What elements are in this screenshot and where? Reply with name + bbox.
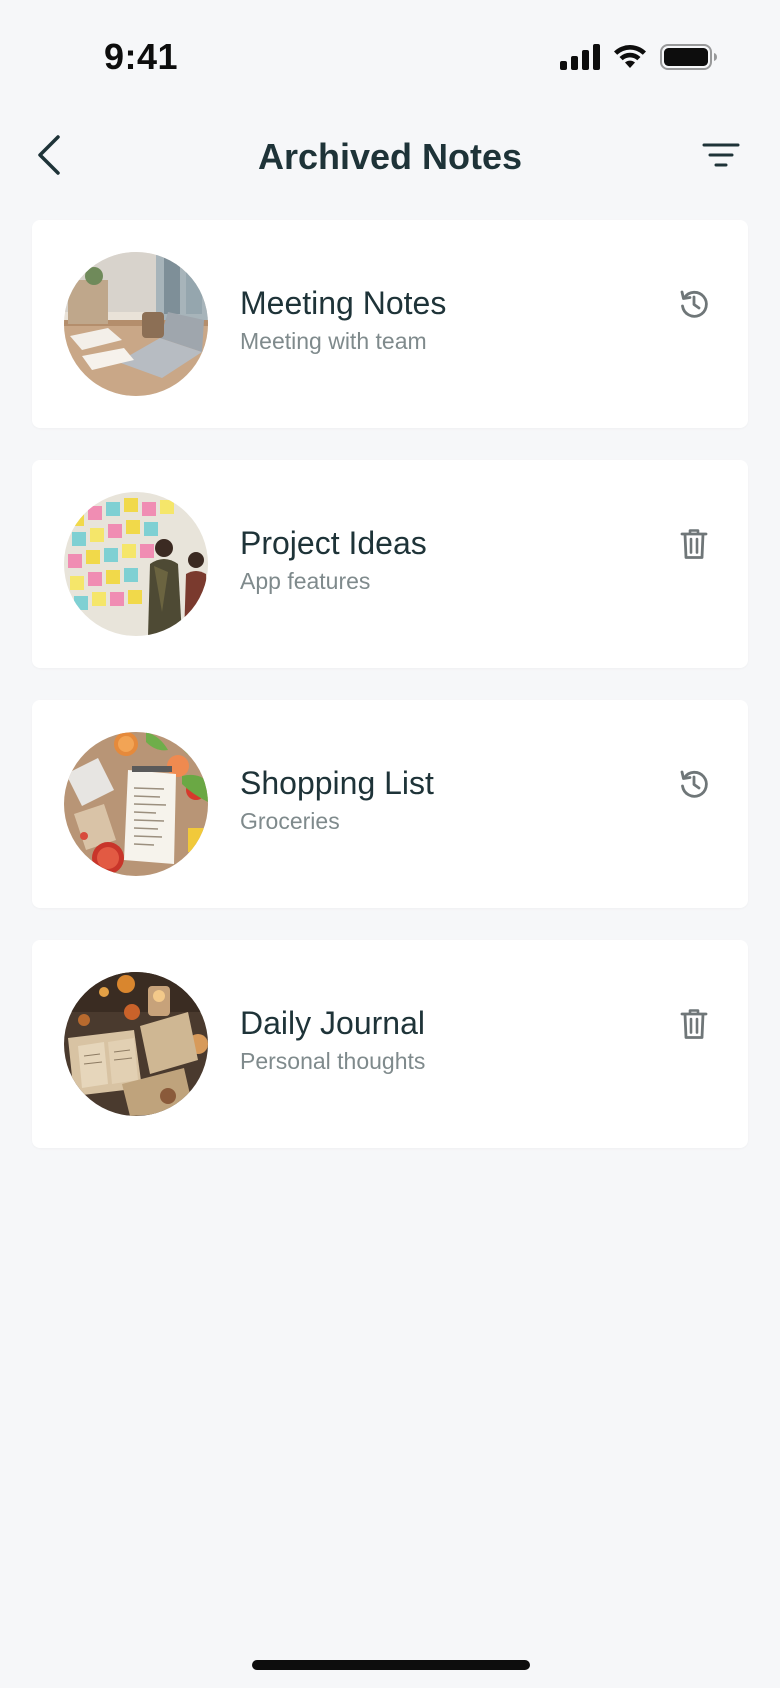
note-text: Daily Journal Personal thoughts bbox=[240, 1004, 425, 1075]
note-title: Project Ideas bbox=[240, 525, 427, 561]
restore-icon bbox=[678, 768, 710, 805]
page-title: Archived Notes bbox=[257, 136, 523, 177]
note-title: Meeting Notes bbox=[240, 285, 447, 321]
trash-icon bbox=[679, 1008, 709, 1045]
note-card-meeting-notes[interactable]: Meeting Notes Meeting with team bbox=[32, 220, 748, 428]
filter-button[interactable] bbox=[696, 132, 746, 182]
note-title: Shopping List bbox=[240, 765, 434, 801]
note-thumbnail bbox=[64, 732, 208, 876]
status-icons bbox=[560, 44, 718, 75]
note-thumbnail bbox=[64, 972, 208, 1116]
note-text: Meeting Notes Meeting with team bbox=[240, 284, 446, 355]
delete-button[interactable] bbox=[672, 1004, 716, 1048]
status-bar: 9:41 bbox=[0, 0, 780, 110]
note-thumbnail bbox=[64, 252, 208, 396]
restore-button[interactable] bbox=[672, 284, 716, 328]
header: Archived Notes bbox=[0, 120, 780, 194]
restore-button[interactable] bbox=[672, 764, 716, 808]
note-thumbnail bbox=[64, 492, 208, 636]
note-subtitle: Personal thoughts bbox=[240, 1048, 426, 1074]
status-time: 9:41 bbox=[104, 36, 179, 77]
note-text: Project Ideas App features bbox=[240, 524, 427, 595]
delete-button[interactable] bbox=[672, 524, 716, 568]
filter-icon bbox=[702, 141, 740, 174]
note-subtitle: App features bbox=[240, 568, 371, 594]
wifi-icon bbox=[612, 44, 648, 75]
battery-icon bbox=[660, 44, 718, 75]
note-card-project-ideas[interactable]: Project Ideas App features bbox=[32, 460, 748, 668]
cellular-signal-icon bbox=[560, 44, 600, 75]
home-indicator[interactable] bbox=[252, 1660, 530, 1670]
note-title: Daily Journal bbox=[240, 1005, 425, 1041]
note-text: Shopping List Groceries bbox=[240, 764, 434, 835]
note-subtitle: Groceries bbox=[240, 808, 340, 834]
note-subtitle: Meeting with team bbox=[240, 328, 427, 354]
note-card-shopping-list[interactable]: Shopping List Groceries bbox=[32, 700, 748, 908]
restore-icon bbox=[678, 288, 710, 325]
notes-list: Meeting Notes Meeting with team Project … bbox=[32, 220, 748, 1180]
note-card-daily-journal[interactable]: Daily Journal Personal thoughts bbox=[32, 940, 748, 1148]
trash-icon bbox=[679, 528, 709, 565]
